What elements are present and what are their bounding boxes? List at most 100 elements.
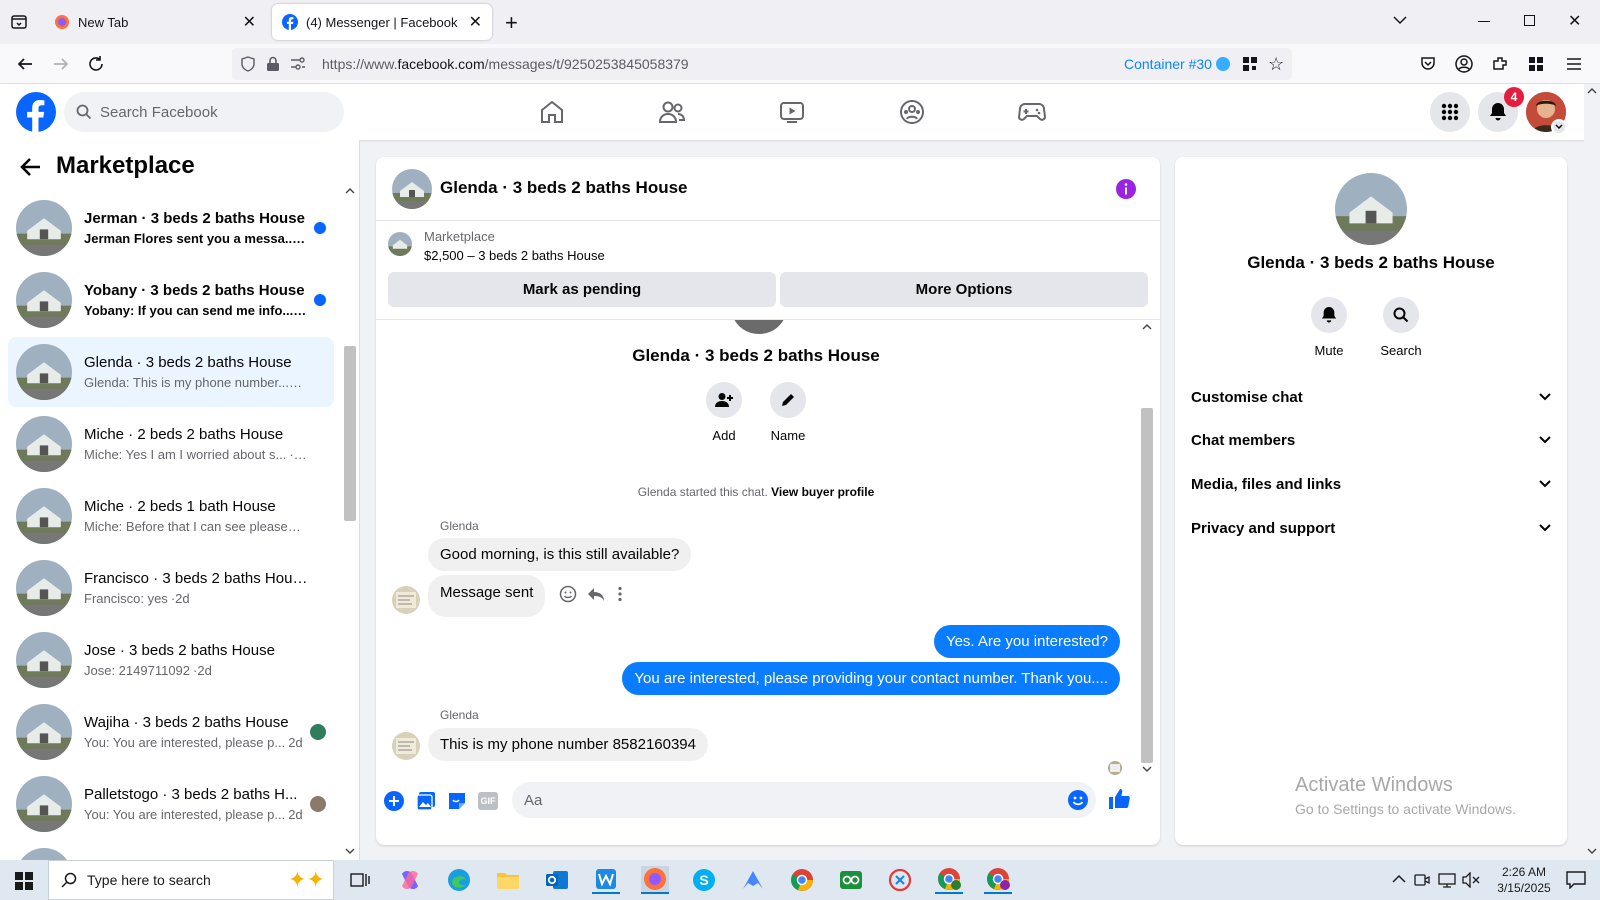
scroll-up-arrow-icon[interactable] [1587, 88, 1597, 94]
app-green-icon[interactable] [837, 866, 865, 894]
meet-now-icon[interactable] [1414, 872, 1430, 888]
conversation-item[interactable]: Orion · 3 beds 2 baths House [8, 841, 334, 860]
nordvpn-icon[interactable] [739, 866, 767, 894]
photo-icon[interactable] [416, 791, 436, 811]
scroll-down-arrow-icon[interactable] [345, 848, 355, 854]
react-emoji-icon[interactable] [559, 585, 577, 603]
pocket-icon[interactable] [1420, 56, 1436, 72]
menu-icon[interactable] [1566, 57, 1582, 71]
facebook-logo-icon[interactable] [16, 92, 56, 132]
apps-grid-icon[interactable] [1528, 56, 1544, 72]
new-tab-button[interactable]: + [505, 10, 518, 36]
video-nav-icon[interactable] [772, 92, 812, 132]
section-media-files-links[interactable]: Media, files and links [1191, 464, 1551, 504]
close-tab-icon[interactable]: ✕ [243, 12, 256, 32]
chat-scrollbar[interactable] [1139, 320, 1155, 778]
conversation-info-icon[interactable] [1116, 179, 1136, 199]
listing-thumbnail[interactable] [388, 232, 412, 256]
scroll-up-arrow-icon[interactable] [345, 188, 355, 194]
restore-window-icon[interactable] [1524, 15, 1535, 26]
volume-muted-icon[interactable] [1462, 872, 1480, 888]
conversation-item[interactable]: Yobany · 3 beds 2 baths House Yobany: If … [8, 265, 334, 335]
firefox-icon[interactable] [641, 866, 669, 894]
windows-start-icon[interactable] [15, 872, 33, 890]
container-indicator[interactable]: Container #30 [1124, 56, 1230, 72]
menu-grid-button[interactable] [1430, 92, 1470, 132]
account-chevron-icon[interactable] [1551, 119, 1567, 135]
scroll-down-arrow-icon[interactable] [1142, 766, 1152, 772]
conversation-item[interactable]: Jose · 3 beds 2 baths House Jose: 2149711… [8, 625, 334, 695]
outlook-icon[interactable] [543, 866, 571, 894]
info-avatar[interactable] [1335, 173, 1407, 245]
tab-messenger[interactable]: (4) Messenger | Facebook ✕ [272, 4, 492, 40]
conversation-item[interactable]: Jerman · 3 beds 2 baths House Jerman Flor… [8, 193, 334, 263]
conversation-item[interactable]: Miche · 2 beds 2 baths House Miche: Yes I… [8, 409, 334, 479]
conversation-item[interactable]: Francisco · 3 beds 2 baths House Francisc… [8, 553, 334, 623]
thumbs-up-icon[interactable] [1107, 787, 1131, 811]
extensions-icon[interactable] [1491, 55, 1509, 73]
groups-nav-icon[interactable] [892, 92, 932, 132]
view-buyer-profile-link[interactable]: View buyer profile [771, 485, 874, 499]
section-privacy-support[interactable]: Privacy and support [1191, 508, 1551, 548]
close-tab-icon[interactable]: ✕ [469, 12, 482, 32]
network-icon[interactable] [1438, 872, 1456, 888]
section-customise-chat[interactable]: Customise chat [1191, 377, 1551, 417]
friends-nav-icon[interactable] [652, 92, 692, 132]
action-center-icon[interactable] [1566, 871, 1586, 889]
close-window-icon[interactable]: ✕ [1568, 11, 1581, 31]
back-arrow-icon[interactable] [20, 157, 42, 177]
permissions-icon[interactable] [290, 57, 306, 71]
conversation-item[interactable]: Wajiha · 3 beds 2 baths House You: You ar… [8, 697, 334, 767]
conversation-item[interactable]: Palletstogo · 3 beds 2 baths H... You: Yo… [8, 769, 334, 839]
emoji-icon[interactable] [1067, 789, 1089, 811]
clock[interactable]: 2:26 AM 3/15/2025 [1484, 864, 1564, 896]
sender-avatar[interactable] [392, 586, 420, 614]
scroll-down-arrow-icon[interactable] [1587, 848, 1597, 854]
more-options-button[interactable]: More Options [780, 272, 1148, 307]
gaming-nav-icon[interactable] [1012, 92, 1052, 132]
file-explorer-icon[interactable] [494, 866, 522, 894]
listing-price[interactable]: $2,500 – 3 beds 2 baths House [424, 248, 605, 263]
chrome-icon[interactable] [788, 866, 816, 894]
tab-overflow-icon[interactable] [1392, 14, 1408, 26]
more-actions-icon[interactable] [618, 586, 622, 602]
mute-button[interactable] [1309, 297, 1349, 333]
lock-icon[interactable] [266, 56, 280, 72]
sender-avatar[interactable] [392, 732, 420, 760]
reload-icon[interactable] [87, 55, 105, 73]
home-nav-icon[interactable] [532, 92, 572, 132]
add-person-button[interactable] [704, 382, 744, 418]
qr-code-icon[interactable] [1242, 56, 1258, 72]
shield-icon[interactable] [240, 56, 256, 72]
show-hidden-icons[interactable] [1392, 874, 1406, 884]
taskbar-search-input[interactable]: Type here to search ✦✦ [48, 860, 334, 900]
app-red-icon[interactable] [886, 866, 914, 894]
chat-title[interactable]: Glenda · 3 beds 2 baths House [440, 178, 688, 198]
minimize-window-icon[interactable] [1478, 21, 1490, 22]
facebook-search-input[interactable]: Search Facebook [64, 92, 344, 132]
sticker-icon[interactable] [447, 791, 467, 811]
message-bubble-sent[interactable]: You are interested, please providing you… [622, 662, 1120, 695]
edge-icon[interactable] [445, 866, 473, 894]
sidebar-scrollbar[interactable] [342, 188, 358, 860]
tab-new-tab[interactable]: New Tab ✕ [44, 4, 266, 40]
page-scrollbar[interactable] [1584, 84, 1600, 860]
forward-icon[interactable] [52, 55, 70, 73]
message-bubble[interactable]: This is my phone number 8582160394 [428, 728, 708, 761]
tab-list-icon[interactable] [10, 13, 28, 31]
copilot-icon[interactable] [396, 866, 424, 894]
message-bubble[interactable]: Good morning, is this still available? [428, 538, 692, 571]
reply-icon[interactable] [587, 586, 605, 602]
address-bar[interactable]: https://www.facebook.com/messages/t/9250… [232, 48, 1292, 80]
section-chat-members[interactable]: Chat members [1191, 420, 1551, 460]
scrollbar-thumb[interactable] [1141, 408, 1153, 763]
conversation-item[interactable]: Glenda · 3 beds 2 baths House Glenda: Thi… [8, 337, 334, 407]
plus-circle-icon[interactable] [384, 791, 404, 811]
url-text[interactable]: https://www.facebook.com/messages/t/9250… [322, 56, 689, 72]
edit-name-button[interactable] [768, 382, 808, 418]
writer-icon[interactable] [592, 866, 620, 894]
message-bubble-sent[interactable]: Yes. Are you interested? [933, 625, 1120, 658]
bookmark-star-icon[interactable]: ☆ [1268, 54, 1284, 75]
gif-icon[interactable]: GIF [478, 792, 498, 810]
chrome-profile-gm-icon[interactable] [935, 866, 963, 894]
